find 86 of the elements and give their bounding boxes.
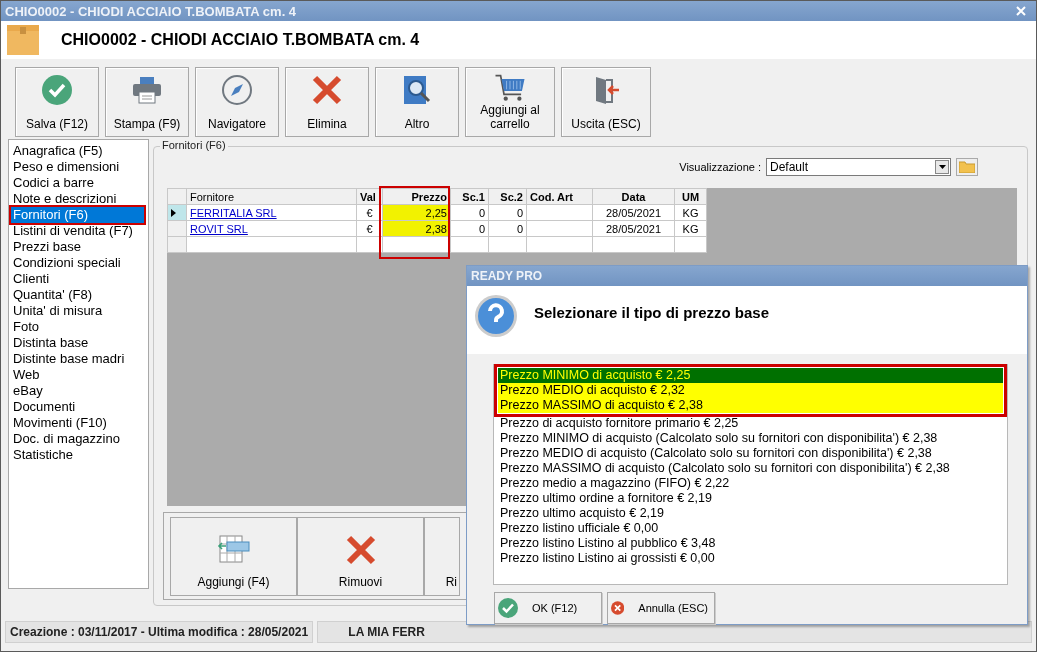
list-option[interactable]: Prezzo MASSIMO di acquisto (Calcolato solo su fornitori con disponibilita') € 2,38 — [498, 461, 1003, 476]
sidebar-item[interactable]: Condizioni speciali — [11, 255, 144, 271]
column-header[interactable]: Sc.1 — [450, 188, 489, 205]
list-option[interactable]: Prezzo medio a magazzino (FIFO) € 2,22 — [498, 476, 1003, 491]
sidebar-item[interactable]: Prezzi base — [11, 239, 144, 255]
cross-icon — [311, 74, 343, 106]
list-option[interactable]: Prezzo listino Listino al pubblico € 3,48 — [498, 536, 1003, 551]
sidebar-item[interactable]: Listini di vendita (F7) — [11, 223, 144, 239]
sidebar-item[interactable]: Codici a barre — [11, 175, 144, 191]
column-header[interactable]: UM — [674, 188, 707, 205]
sidebar-item[interactable]: Note e descrizioni — [11, 191, 144, 207]
folder-button[interactable] — [956, 158, 978, 176]
group-title: Fornitori (F6) — [160, 139, 228, 151]
sidebar-item[interactable]: Web — [11, 367, 144, 383]
sidebar-item[interactable]: Documenti — [11, 399, 144, 415]
toolbar-button[interactable]: Navigatore — [195, 67, 279, 137]
list-option[interactable]: Prezzo listino ufficiale € 0,00 — [498, 521, 1003, 536]
action-button[interactable]: Ri — [424, 517, 460, 596]
dialog-heading: Selezionare il tipo di prezzo base — [534, 304, 770, 323]
view-label: Visualizzazione : — [679, 161, 761, 173]
toolbar-button[interactable]: Uscita (ESC) — [561, 67, 651, 137]
sidebar-item[interactable]: Clienti — [11, 271, 144, 287]
dialog-title: READY PRO — [467, 266, 1027, 286]
table-cell: 0 — [450, 204, 489, 221]
table-cell: KG — [674, 204, 707, 221]
action-button[interactable]: Rimuovi — [297, 517, 424, 596]
sidebar-item[interactable]: Movimenti (F10) — [11, 415, 144, 431]
toolbar-button[interactable]: Salva (F12) — [15, 67, 99, 137]
caret-icon — [938, 165, 946, 169]
list-option[interactable]: Prezzo MEDIO di acquisto (Calcolato solo su fornitori con disponibilita') € 2,38 — [498, 446, 1003, 461]
list-option[interactable]: Prezzo MINIMO di acquisto (Calcolato solo su fornitori con disponibilita') € 2,38 — [498, 431, 1003, 446]
list-option[interactable]: Prezzo ultimo ordine a fornitore € 2,19 — [498, 491, 1003, 506]
window-title: CHIO0002 - CHIODI ACCIAIO T.BOMBATA cm. 4 — [5, 3, 297, 19]
list-option[interactable]: Prezzo listino Listino ai grossisti € 0,00 — [498, 551, 1003, 566]
table-cell: € — [356, 220, 383, 237]
list-option[interactable]: Prezzo MINIMO di acquisto € 2,25 — [498, 368, 1003, 383]
list-option[interactable]: Prezzo ultimo acquisto € 2,19 — [498, 506, 1003, 521]
sidebar-item[interactable]: Peso e dimensioni — [11, 159, 144, 175]
toolbar-button[interactable]: Stampa (F9) — [105, 67, 189, 137]
column-header[interactable]: Cod. Art — [526, 188, 593, 205]
column-header[interactable]: Prezzo — [382, 188, 451, 205]
list-option[interactable]: Prezzo MEDIO di acquisto € 2,32 — [498, 383, 1003, 398]
sidebar-item[interactable]: Unita' di misura — [11, 303, 144, 319]
table-cell: 0 — [450, 220, 489, 237]
column-header[interactable]: Data — [592, 188, 675, 205]
box-icon — [7, 25, 39, 55]
toolbar-button[interactable]: Aggiungi al carrello — [465, 67, 555, 137]
dialog-button[interactable]: Annulla (ESC) — [607, 592, 715, 624]
table-cell: KG — [674, 220, 707, 237]
dialog-button[interactable]: OK (F12) — [494, 592, 602, 624]
sidebar-item[interactable]: Distinte base madri — [11, 351, 144, 367]
list-option[interactable]: Prezzo MASSIMO di acquisto € 2,38 — [498, 398, 1003, 413]
sidebar-item[interactable]: Fornitori (F6) — [11, 207, 144, 223]
row-pointer-icon — [171, 208, 176, 217]
sidebar-item[interactable]: eBay — [11, 383, 144, 399]
sidebar-item[interactable]: Distinta base — [11, 335, 144, 351]
table-cell: 28/05/2021 — [592, 220, 675, 237]
compass-icon — [221, 74, 253, 106]
folder-icon — [959, 161, 975, 173]
item-title: CHIO0002 - CHIODI ACCIAIO T.BOMBATA cm. 4 — [61, 31, 420, 49]
column-header[interactable]: Fornitore — [186, 188, 357, 205]
toolbar-button[interactable]: Elimina — [285, 67, 369, 137]
sidebar-item[interactable]: Anagrafica (F5) — [11, 143, 144, 159]
table-add-icon — [216, 534, 251, 564]
check-icon — [41, 74, 73, 106]
table-cell: 28/05/2021 — [592, 204, 675, 221]
table-cell: 0 — [488, 220, 527, 237]
sidebar-item[interactable]: Doc. di magazzino — [11, 431, 144, 447]
question-icon — [474, 294, 518, 338]
view-dropdown[interactable]: Default — [766, 158, 951, 176]
close-icon — [611, 598, 625, 618]
cross-icon — [344, 534, 377, 566]
sidebar-item[interactable]: Foto — [11, 319, 144, 335]
close-icon[interactable] — [1016, 6, 1026, 16]
status-text: Creazione : 03/11/2017 - Ultima modifica : 28/05/2021 — [5, 621, 314, 643]
action-button[interactable]: Aggiungi (F4) — [170, 517, 297, 596]
sidebar-item[interactable]: Quantita' (F8) — [11, 287, 144, 303]
toolbar-button[interactable]: Altro — [375, 67, 459, 137]
check-icon — [498, 598, 518, 618]
list-option[interactable]: Prezzo di acquisto fornitore primario € 2,25 — [498, 416, 1003, 431]
sidebar-item[interactable]: Statistiche — [11, 447, 144, 463]
book-magnifier-icon — [401, 74, 433, 106]
table-cell: € — [356, 204, 383, 221]
printer-icon — [131, 74, 163, 106]
column-header[interactable]: Sc.2 — [488, 188, 527, 205]
table-cell: 0 — [488, 204, 527, 221]
